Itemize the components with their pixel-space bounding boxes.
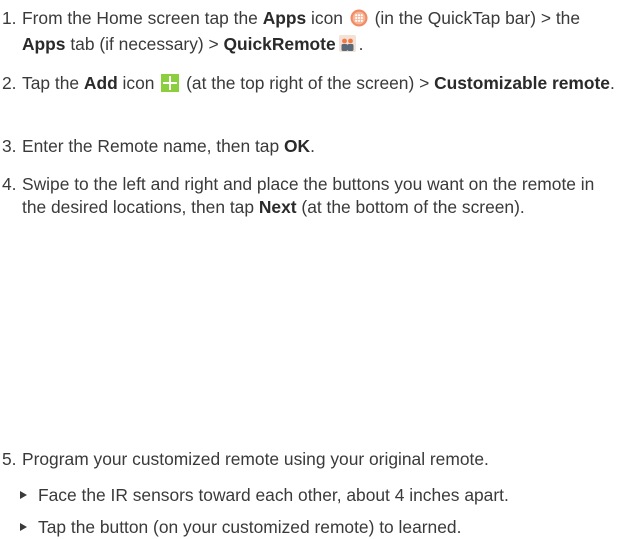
- step-3: 3. Enter the Remote name, then tap OK.: [2, 135, 626, 158]
- bullet-item: Tap the button (on your customized remot…: [20, 516, 624, 539]
- ok-label: OK: [283, 136, 311, 156]
- step-number: 1.: [2, 8, 17, 28]
- step-1: 1. From the Home screen tap the Apps ico…: [2, 7, 626, 59]
- quickremote-label: QuickRemote: [223, 34, 336, 54]
- instruction-page: { "steps": [ { "num": "1.", "parts": [ "…: [0, 0, 628, 538]
- step-5: 5. Program your customized remote using …: [2, 448, 626, 471]
- customizable-remote-label: Customizable remote: [434, 73, 610, 93]
- apps-icon: [350, 9, 368, 33]
- apps-tab-label: Apps: [22, 34, 66, 54]
- step-number: 3.: [2, 136, 17, 156]
- step-number: 4.: [2, 174, 17, 194]
- step-text: Swipe to the left and right and place th…: [22, 174, 595, 217]
- step-4: 4. Swipe to the left and right and place…: [2, 173, 626, 219]
- bullet-triangle-icon: [20, 491, 27, 499]
- bullet-triangle-icon: [20, 523, 27, 531]
- quickremote-icon: [338, 34, 357, 59]
- step-number: 2.: [2, 73, 17, 93]
- step-text: Enter the Remote name, then tap OK.: [22, 136, 315, 156]
- step-text: Program your customized remote using you…: [22, 449, 489, 469]
- step-text: Tap the Add icon (at the top right of th…: [22, 72, 626, 98]
- step-number: 5.: [2, 449, 17, 469]
- add-icon: [161, 74, 180, 98]
- apps-label: Apps: [262, 8, 307, 28]
- add-label: Add: [83, 73, 118, 93]
- step-text: From the Home screen tap the Apps icon (…: [22, 7, 626, 59]
- step-2: 2. Tap the Add icon (at the top right of…: [2, 72, 626, 98]
- bullet-item: Face the IR sensors toward each other, a…: [20, 484, 624, 507]
- next-label: Next: [258, 197, 297, 217]
